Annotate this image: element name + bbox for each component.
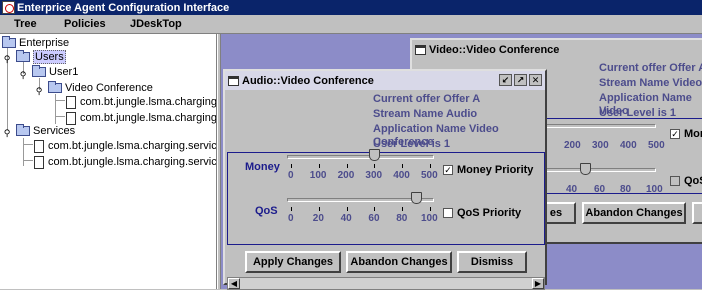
tick-label: 100 — [646, 184, 663, 195]
money-tick-label: 300 — [365, 170, 383, 181]
folder-icon — [48, 81, 62, 93]
qos-priority-label: QoS Priority — [457, 207, 522, 219]
qos-slider-thumb[interactable] — [411, 192, 423, 204]
money-tick-mark — [374, 164, 376, 168]
audio-info-stream: Stream Name Audio — [373, 108, 478, 120]
money-tick-label: 0 — [288, 170, 294, 181]
money-slider-thumb[interactable] — [369, 149, 381, 161]
tree-panel: Enterprise ⚲ Users ⚲ User1 ⚲ Video Confe… — [0, 34, 217, 289]
money-label: Money — [245, 161, 280, 173]
document-icon — [34, 139, 44, 153]
audio-horizontal-scrollbar[interactable]: ◀ ▶ — [227, 277, 545, 290]
menu-jdesktop[interactable]: JDeskTop — [130, 18, 182, 30]
video-qos-priority-label: QoS — [684, 175, 702, 187]
video-qos-slider-track[interactable] — [542, 168, 656, 172]
scroll-right-icon[interactable]: ▶ — [532, 278, 544, 289]
qos-tick-label: 20 — [312, 213, 324, 224]
qos-tick-label: 40 — [340, 213, 352, 224]
folder-icon — [16, 124, 30, 136]
video-abandon-button[interactable]: Abandon Changes — [582, 202, 686, 224]
money-tick-mark — [318, 164, 320, 168]
video-money-priority-label: Mon — [684, 128, 702, 140]
frame-icon — [228, 75, 239, 86]
audio-frame: Audio::Video Conference ↙ ↗ ✕ Current of… — [223, 69, 547, 290]
money-priority-label: Money Priority — [457, 164, 534, 176]
qos-tick-mark — [402, 207, 404, 211]
money-tick-mark — [291, 164, 292, 168]
money-tick-label: 200 — [337, 170, 355, 181]
frame-icon — [415, 44, 426, 55]
video-frame-titlebar[interactable]: Video::Video Conference — [412, 40, 702, 59]
money-tick-label: 500 — [421, 170, 438, 181]
video-info-stream: Stream Name Video — [599, 77, 702, 89]
money-priority-checkbox[interactable]: ✓ — [443, 165, 453, 175]
tree-node-charging-1[interactable]: com.bt.jungle.lsma.charging.c — [66, 94, 216, 110]
money-tick-label: 100 — [309, 170, 327, 181]
desktop-pane: Video::Video Conference Current offer Of… — [221, 34, 702, 290]
tree-node-user1[interactable]: User1 — [32, 64, 78, 80]
qos-tick-mark — [430, 207, 431, 211]
tree-node-service-2[interactable]: com.bt.jungle.lsma.charging.services — [34, 154, 216, 170]
qos-tick-label: 80 — [396, 213, 408, 224]
qos-tick-label: 100 — [421, 213, 438, 224]
iconify-icon[interactable]: ↙ — [499, 74, 512, 86]
tick-label: 40 — [566, 184, 578, 195]
dismiss-button[interactable]: Dismiss — [457, 251, 527, 273]
audio-frame-titlebar[interactable]: Audio::Video Conference ↙ ↗ ✕ — [225, 71, 545, 90]
document-icon — [66, 95, 76, 109]
tick-label: 60 — [594, 184, 606, 195]
money-tick-mark — [430, 164, 431, 168]
tick-label: 80 — [620, 184, 632, 195]
money-tick-label: 400 — [393, 170, 410, 181]
qos-tick-mark — [346, 207, 348, 211]
abandon-changes-button[interactable]: Abandon Changes — [346, 251, 452, 273]
folder-icon — [2, 36, 16, 48]
tree-node-services[interactable]: Services — [16, 123, 75, 139]
menu-tree[interactable]: Tree — [14, 18, 37, 30]
tree-node-charging-2[interactable]: com.bt.jungle.lsma.charging.c — [66, 110, 216, 126]
qos-tick-mark — [374, 207, 376, 211]
scroll-left-icon[interactable]: ◀ — [228, 278, 240, 289]
tick-label: 200 — [564, 140, 581, 151]
app-title: Enterprice Agent Configuration Interface — [17, 1, 230, 14]
expand-handle-icon[interactable]: ⚲ — [35, 86, 43, 96]
qos-priority-checkbox[interactable] — [443, 208, 453, 218]
apply-changes-button[interactable]: Apply Changes — [245, 251, 341, 273]
app-icon — [2, 1, 15, 14]
video-qos-priority-checkbox[interactable] — [670, 176, 680, 186]
video-qos-slider-thumb[interactable] — [580, 163, 591, 175]
expand-handle-icon[interactable]: ⚲ — [19, 70, 27, 80]
tick-label: 500 — [648, 140, 665, 151]
app-titlebar: Enterprice Agent Configuration Interface — [0, 0, 702, 15]
tick-label: 400 — [620, 140, 637, 151]
folder-icon — [16, 50, 30, 62]
audio-info-offer: Current offer Offer A — [373, 93, 481, 105]
qos-tick-label: 60 — [368, 213, 380, 224]
video-info-offer: Current offer Offer A — [599, 62, 702, 74]
video-money-priority-checkbox[interactable]: ✓ — [670, 129, 680, 139]
money-tick-mark — [402, 164, 404, 168]
tree-node-service-1[interactable]: com.bt.jungle.lsma.charging.services — [34, 138, 216, 154]
tree-node-users[interactable]: Users — [16, 49, 66, 65]
money-tick-mark — [346, 164, 348, 168]
menu-policies[interactable]: Policies — [64, 18, 106, 30]
audio-info-level: User Level is 1 — [373, 138, 451, 150]
money-slider-track[interactable] — [287, 155, 434, 159]
expand-handle-icon[interactable]: ⚲ — [3, 54, 11, 64]
menubar: Tree Policies JDeskTop — [0, 15, 702, 34]
document-icon — [34, 155, 44, 169]
qos-tick-label: 0 — [288, 213, 294, 224]
tick-label: 300 — [592, 140, 609, 151]
expand-handle-icon[interactable]: ⚲ — [3, 128, 11, 138]
close-icon[interactable]: ✕ — [529, 74, 542, 86]
qos-tick-mark — [318, 207, 320, 211]
video-dismiss-button[interactable] — [692, 202, 702, 224]
video-money-slider-track[interactable] — [542, 124, 656, 128]
qos-label: QoS — [255, 205, 278, 217]
folder-icon — [32, 65, 46, 77]
qos-tick-mark — [291, 207, 292, 211]
maximize-icon[interactable]: ↗ — [514, 74, 527, 86]
